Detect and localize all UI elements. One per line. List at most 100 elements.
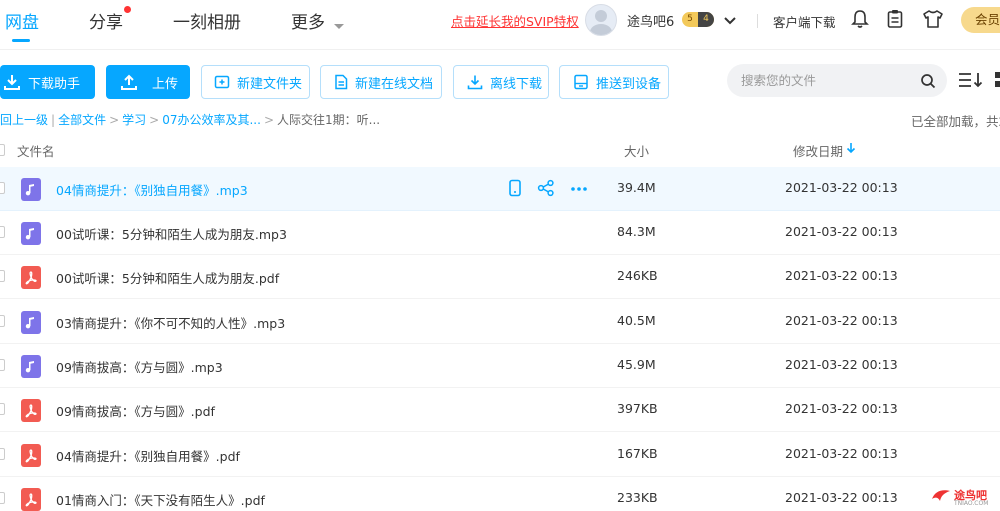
row-checkbox[interactable] [0,315,5,327]
file-name[interactable]: 03情商提升：《你不可不知的人性》.mp3 [56,313,285,332]
offline-download-button[interactable]: 离线下载 [453,65,549,99]
new-folder-icon [214,75,230,89]
client-download-link[interactable]: 客户端下载 [773,12,836,31]
file-name[interactable]: 04情商提升：《别独自用餐》.pdf [56,446,240,465]
bell-icon[interactable] [851,9,869,33]
file-date: 2021-03-22 00:13 [785,490,898,505]
tshirt-icon[interactable] [922,9,944,33]
file-name[interactable]: 04情商提升：《别独自用餐》.mp3 [56,180,248,199]
nav-tab-netdisk[interactable]: 网盘 [5,8,39,33]
bird-logo-icon [930,485,952,508]
audio-file-icon [21,311,41,334]
download-icon [4,75,20,90]
table-row[interactable]: 09情商拔高：《方与圆》.mp3 45.9M 2021-03-22 00:13 [0,344,1000,388]
file-name[interactable]: 01情商入门：《天下没有陌生人》.pdf [56,490,265,509]
row-checkbox[interactable] [0,182,5,194]
nav-tab-more[interactable]: 更多 [291,8,325,33]
row-checkbox[interactable] [0,492,5,504]
device-icon [574,74,588,90]
upload-button[interactable]: 上传 [106,65,190,99]
file-name[interactable]: 00试听课：5分钟和陌生人成为朋友.mp3 [56,224,287,243]
username[interactable]: 途鸟吧6 [627,11,674,30]
file-date: 2021-03-22 00:13 [785,446,898,461]
user-menu-chevron-icon[interactable] [723,12,737,31]
upload-icon [121,74,137,90]
audio-file-icon [21,178,41,201]
file-date: 2021-03-22 00:13 [785,401,898,416]
search-box [727,64,947,97]
file-size: 45.9M [617,357,656,372]
new-online-doc-button[interactable]: 新建在线文档 [320,65,442,99]
upload-label: 上传 [152,76,179,92]
table-row[interactable]: 09情商拔高：《方与圆》.pdf 397KB 2021-03-22 00:13 [0,388,1000,432]
select-all-checkbox[interactable] [0,144,5,156]
row-checkbox[interactable] [0,226,5,238]
offline-download-label: 离线下载 [490,76,543,92]
table-row[interactable]: 04情商提升：《别独自用餐》.mp3 39.4M 2021-03-22 00:1… [0,167,1000,211]
document-icon [335,74,348,90]
table-row[interactable]: 04情商提升：《别独自用餐》.pdf 167KB 2021-03-22 00:1… [0,433,1000,477]
row-checkbox[interactable] [0,359,5,371]
row-checkbox[interactable] [0,448,5,460]
file-size: 84.3M [617,224,656,239]
pdf-file-icon [21,266,41,289]
file-size: 397KB [617,401,658,416]
badge-level: 5 [687,14,693,24]
badge-count: 4 [698,12,714,27]
member-button[interactable]: 会员 [961,7,1000,33]
file-name[interactable]: 09情商拔高：《方与圆》.pdf [56,401,215,420]
row-checkbox[interactable] [0,270,5,282]
file-size: 246KB [617,268,658,283]
breadcrumb-current: 人际交往1期：听... [277,113,381,127]
breadcrumb-office-efficiency[interactable]: 07办公效率及其... [162,113,261,127]
svip-renew-link[interactable]: 点击延长我的SVIP特权 [451,11,579,30]
file-date: 2021-03-22 00:13 [785,313,898,328]
nav-tab-album[interactable]: 一刻相册 [173,8,241,33]
breadcrumb-back[interactable]: 返回上一级 [0,113,48,127]
search-icon[interactable] [920,73,936,93]
breadcrumb: 返回上一级|全部文件>学习>07办公效率及其...>人际交往1期：听... [0,111,380,128]
nav-tab-share[interactable]: 分享 [89,8,123,33]
file-size: 167KB [617,446,658,461]
watermark: 途鸟吧 TNIAO.COM [930,484,998,508]
table-row[interactable]: 03情商提升：《你不可不知的人性》.mp3 40.5M 2021-03-22 0… [0,300,1000,344]
new-folder-button[interactable]: 新建文件夹 [201,65,310,99]
push-to-device-button[interactable]: 推送到设备 [559,65,669,99]
download-icon [467,75,483,90]
sort-arrow-down-icon[interactable] [846,142,856,157]
avatar[interactable] [585,4,617,36]
sort-order-icon[interactable] [958,70,984,94]
column-header-size[interactable]: 大小 [624,141,649,160]
phone-icon[interactable] [508,179,522,200]
file-size: 40.5M [617,313,656,328]
breadcrumb-study[interactable]: 学习 [122,113,146,127]
new-folder-label: 新建文件夹 [237,76,303,92]
vip-level-badge: 5 4 [682,12,714,27]
file-name[interactable]: 00试听课：5分钟和陌生人成为朋友.pdf [56,268,279,287]
download-helper-label: 下载助手 [28,76,81,92]
row-checkbox[interactable] [0,403,5,415]
column-header-name[interactable]: 文件名 [17,141,55,160]
table-row[interactable]: 00试听课：5分钟和陌生人成为朋友.mp3 84.3M 2021-03-22 0… [0,211,1000,255]
breadcrumb-all-files[interactable]: 全部文件 [58,113,106,127]
file-size: 39.4M [617,180,656,195]
file-date: 2021-03-22 00:13 [785,357,898,372]
watermark-subtext: TNIAO.COM [954,500,989,507]
grid-view-icon[interactable] [995,70,1000,94]
top-navigation: 网盘 分享 一刻相册 更多 点击延长我的SVIP特权 途鸟吧6 5 4 客户端下… [0,0,1000,50]
chevron-down-icon[interactable] [333,16,345,35]
more-options-icon[interactable] [570,179,588,200]
table-row[interactable]: 00试听课：5分钟和陌生人成为朋友.pdf 246KB 2021-03-22 0… [0,255,1000,299]
column-header-date[interactable]: 修改日期 [793,141,843,160]
search-input[interactable] [739,64,914,97]
file-date: 2021-03-22 00:13 [785,180,898,195]
active-tab-indicator [12,39,30,42]
table-row[interactable]: 01情商入门：《天下没有陌生人》.pdf 233KB 2021-03-22 00… [0,477,1000,511]
clipboard-icon[interactable] [886,9,904,33]
file-name[interactable]: 09情商拔高：《方与圆》.mp3 [56,357,223,376]
audio-file-icon [21,355,41,378]
share-icon[interactable] [537,179,555,200]
load-status: 已全部加载，共2 [911,114,1000,129]
download-helper-button[interactable]: 下载助手 [0,65,95,99]
file-date: 2021-03-22 00:13 [785,268,898,283]
